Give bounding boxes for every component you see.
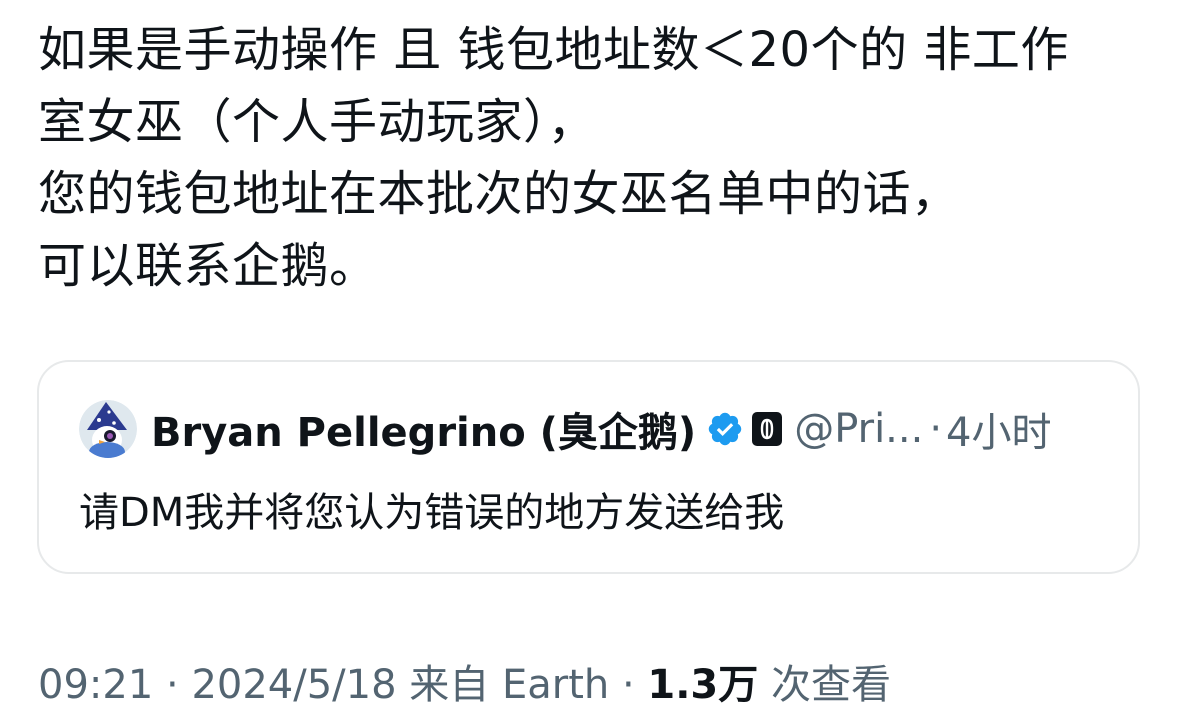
source-prefix: 来自: [396, 662, 502, 708]
layerzero-logo-icon: [761, 418, 774, 440]
tweet-text-line: 室女巫（个人手动玩家），: [38, 94, 597, 150]
quoted-tweet-card[interactable]: Bryan Pellegrino (臭企鹅) @Pri... · 4小时 请DM…: [37, 360, 1140, 574]
author-name[interactable]: Bryan Pellegrino (臭企鹅): [151, 400, 696, 458]
quoted-tweet-text: 请DM我并将您认为错误的地方发送给我: [79, 490, 785, 536]
views-count: 1.3万: [647, 662, 759, 708]
wizard-penguin-avatar-icon: [79, 400, 137, 458]
tweet-date[interactable]: 2024/5/18: [191, 662, 396, 708]
verified-badge-icon: [708, 412, 742, 446]
tweet-time[interactable]: 09:21: [38, 662, 153, 708]
tweet-text-line: 您的钱包地址在本批次的女巫名单中的话，: [38, 166, 960, 222]
tweet-text: 如果是手动操作 且 钱包地址数＜20个的 非工作 室女巫（个人手动玩家）， 您的…: [38, 14, 1148, 302]
avatar[interactable]: [79, 400, 137, 458]
separator-dot: ·: [929, 406, 943, 452]
views-label: 次查看: [758, 662, 891, 708]
tweet-text-line: 可以联系企鹅。: [38, 238, 378, 294]
tweet-source[interactable]: Earth: [502, 662, 609, 708]
separator-dot: ·: [609, 662, 648, 708]
tweet-text-line: 如果是手动操作 且 钱包地址数＜20个的 非工作: [38, 22, 1069, 78]
quoted-tweet-header: Bryan Pellegrino (臭企鹅) @Pri... · 4小时: [79, 400, 1052, 458]
separator-dot: ·: [153, 662, 192, 708]
tweet-meta: 09:21 · 2024/5/18 来自 Earth · 1.3万 次查看: [38, 652, 891, 710]
quote-timestamp[interactable]: 4小时: [946, 400, 1051, 458]
author-handle[interactable]: @Pri...: [794, 406, 923, 452]
layerzero-affiliate-icon[interactable]: [752, 412, 783, 446]
